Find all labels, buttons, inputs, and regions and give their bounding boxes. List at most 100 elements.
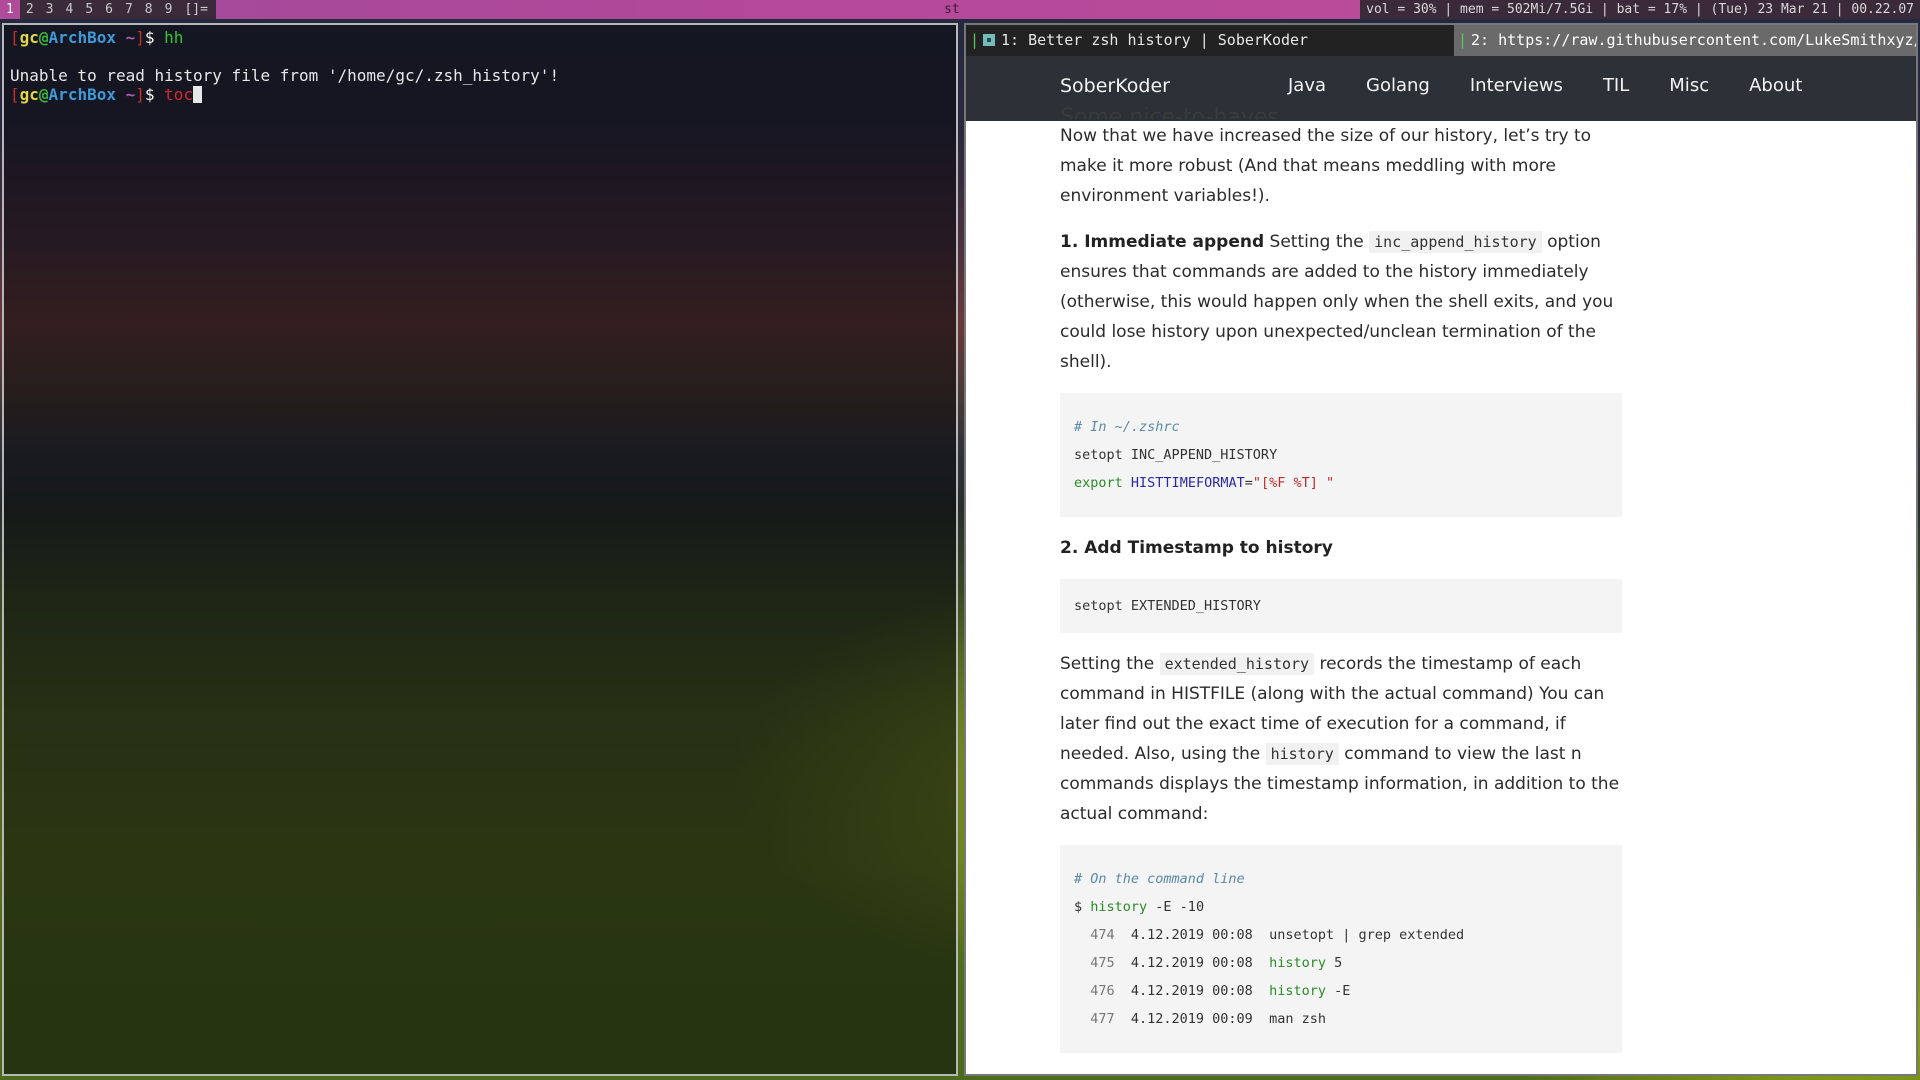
- prompt-close-bracket: ]: [135, 28, 145, 47]
- tab-indicator-icon: |: [970, 31, 980, 49]
- history-time: 00:09: [1204, 1011, 1253, 1027]
- history-number: 475: [1074, 955, 1115, 971]
- history-row: 474 4.12.2019 00:08 unsetopt | grep exte…: [1074, 921, 1608, 949]
- terminal-input-line[interactable]: [gc@ArchBox ~]$ toc: [10, 85, 950, 104]
- code-comment: # On the command line: [1074, 871, 1245, 887]
- terminal-current-input[interactable]: toc: [164, 85, 193, 104]
- site-brand-link[interactable]: SoberKoder: [1060, 75, 1170, 97]
- article-paragraph: Now that we have increased the size of o…: [1060, 126, 1592, 206]
- prompt-host: ArchBox: [48, 85, 116, 104]
- article-content: Some nice-to-haves Now that we have incr…: [1060, 105, 1622, 1069]
- prompt-dollar: $: [144, 28, 155, 47]
- paragraph-text: option ensures that commands are added t…: [1060, 232, 1614, 372]
- code-args: -E -10: [1147, 899, 1205, 915]
- prompt-at: @: [38, 28, 49, 47]
- prompt-close-bracket: ]: [135, 85, 145, 104]
- paragraph-text: Setting the: [1060, 654, 1160, 674]
- article-paragraph: Setting the extended_history records the…: [1060, 649, 1622, 829]
- prompt-open-bracket: [: [10, 28, 20, 47]
- history-number: 476: [1074, 983, 1115, 999]
- section-heading: Some nice-to-haves: [1060, 105, 1279, 119]
- history-row: 477 4.12.2019 00:09 man zsh: [1074, 1005, 1608, 1033]
- workspace-tags: 1 2 3 4 5 6 7 8 9 []=: [0, 0, 216, 19]
- prompt-dir: ~: [115, 28, 136, 47]
- code-block: setopt EXTENDED_HISTORY: [1060, 579, 1622, 633]
- step-title: 1. Immediate append: [1060, 232, 1265, 252]
- history-date: 4.12.2019: [1114, 1011, 1205, 1027]
- history-command-keyword: history: [1252, 983, 1326, 999]
- layout-symbol[interactable]: []=: [178, 0, 215, 19]
- status-bar: 1 2 3 4 5 6 7 8 9 []= st vol = 30% | mem…: [0, 0, 1920, 19]
- workspace-tag-2[interactable]: 2: [20, 0, 40, 19]
- workspace-tag-5[interactable]: 5: [79, 0, 99, 19]
- article-paragraph: 1. Immediate append Setting the inc_appe…: [1060, 227, 1622, 377]
- code-string: "[%F %T] ": [1252, 475, 1335, 491]
- history-row: 476 4.12.2019 00:08 history -E: [1074, 977, 1608, 1005]
- history-command: unsetopt | grep extended: [1252, 927, 1465, 943]
- browser-window[interactable]: | 1: Better zsh history | SoberKoder | 2: …: [964, 23, 1918, 1076]
- tab-label: 1: Better zsh history | SoberKoder: [1001, 31, 1309, 49]
- terminal-line: [gc@ArchBox ~]$ hh: [10, 28, 950, 47]
- nav-link-about[interactable]: About: [1749, 75, 1802, 96]
- history-command-keyword: history: [1252, 955, 1326, 971]
- code-comment: # In ~/.zshrc: [1074, 419, 1180, 435]
- code-command: history: [1090, 899, 1148, 915]
- nav-link-interviews[interactable]: Interviews: [1470, 75, 1563, 96]
- tab-label: 2: https://raw.githubusercontent.com/Luk…: [1471, 31, 1916, 49]
- workspace-tag-3[interactable]: 3: [40, 0, 60, 19]
- code-line: export HISTTIMEFORMAT="[%F %T] ": [1074, 469, 1608, 497]
- site-nav-links: Java Golang Interviews TIL Misc About: [1288, 75, 1842, 96]
- browser-tab-bar: | 1: Better zsh history | SoberKoder | 2: …: [966, 25, 1916, 56]
- history-number: 477: [1074, 1011, 1115, 1027]
- prompt-at: @: [38, 85, 49, 104]
- prompt-user: gc: [19, 85, 39, 104]
- history-row: 475 4.12.2019 00:08 history 5: [1074, 949, 1608, 977]
- browser-tab-2[interactable]: | 2: https://raw.githubusercontent.com/Lu…: [1454, 25, 1916, 56]
- workspace-tag-9[interactable]: 9: [159, 0, 179, 19]
- prompt-dollar: $: [144, 85, 155, 104]
- inline-code: inc_append_history: [1369, 231, 1542, 253]
- history-date: 4.12.2019: [1114, 955, 1205, 971]
- code-block: # In ~/.zshrc setopt INC_APPEND_HISTORY …: [1060, 393, 1622, 517]
- nav-link-misc[interactable]: Misc: [1669, 75, 1709, 96]
- prompt-dir: ~: [115, 85, 136, 104]
- code-operator: =: [1244, 475, 1253, 491]
- tab-indicator-icon: |: [1458, 31, 1468, 49]
- workspace-tag-6[interactable]: 6: [99, 0, 119, 19]
- history-command: -E: [1325, 983, 1351, 999]
- workspace-tag-8[interactable]: 8: [139, 0, 159, 19]
- code-keyword: export: [1074, 475, 1123, 491]
- system-status-text: vol = 30% | mem = 502Mi/7.5Gi | bat = 17…: [1360, 0, 1920, 19]
- prompt-user: gc: [19, 28, 39, 47]
- history-time: 00:08: [1204, 983, 1253, 999]
- nav-link-java[interactable]: Java: [1288, 75, 1326, 96]
- history-time: 00:08: [1204, 955, 1253, 971]
- history-command: man zsh: [1252, 1011, 1326, 1027]
- code-prompt: $: [1074, 899, 1091, 915]
- code-line: $ history -E -10: [1074, 893, 1608, 921]
- nav-link-golang[interactable]: Golang: [1366, 75, 1430, 96]
- history-date: 4.12.2019: [1114, 927, 1205, 943]
- prompt-open-bracket: [: [10, 85, 20, 104]
- focused-window-title: st: [944, 2, 960, 17]
- text-cursor: [193, 86, 203, 103]
- inline-code: history: [1265, 743, 1339, 765]
- workspace-tag-4[interactable]: 4: [59, 0, 79, 19]
- terminal-command: hh: [164, 28, 184, 47]
- code-block: # On the command line $ history -E -10 4…: [1060, 845, 1622, 1053]
- code-variable: HISTTIMEFORMAT: [1130, 475, 1245, 491]
- step-heading: 2. Add Timestamp to history: [1060, 538, 1333, 558]
- workspace-tag-1[interactable]: 1: [0, 0, 20, 19]
- nav-link-til[interactable]: TIL: [1603, 75, 1629, 96]
- inline-code: extended_history: [1159, 653, 1315, 675]
- history-number: 474: [1074, 927, 1115, 943]
- terminal-window[interactable]: [gc@ArchBox ~]$ hh Unable to read histor…: [2, 23, 958, 1076]
- workspace-tag-7[interactable]: 7: [119, 0, 139, 19]
- history-date: 4.12.2019: [1114, 983, 1205, 999]
- code-line: setopt INC_APPEND_HISTORY: [1074, 447, 1278, 463]
- history-command: 5: [1325, 955, 1343, 971]
- favicon-icon: [983, 34, 996, 46]
- browser-tab-1[interactable]: | 1: Better zsh history | SoberKoder: [966, 25, 1454, 56]
- history-time: 00:08: [1204, 927, 1253, 943]
